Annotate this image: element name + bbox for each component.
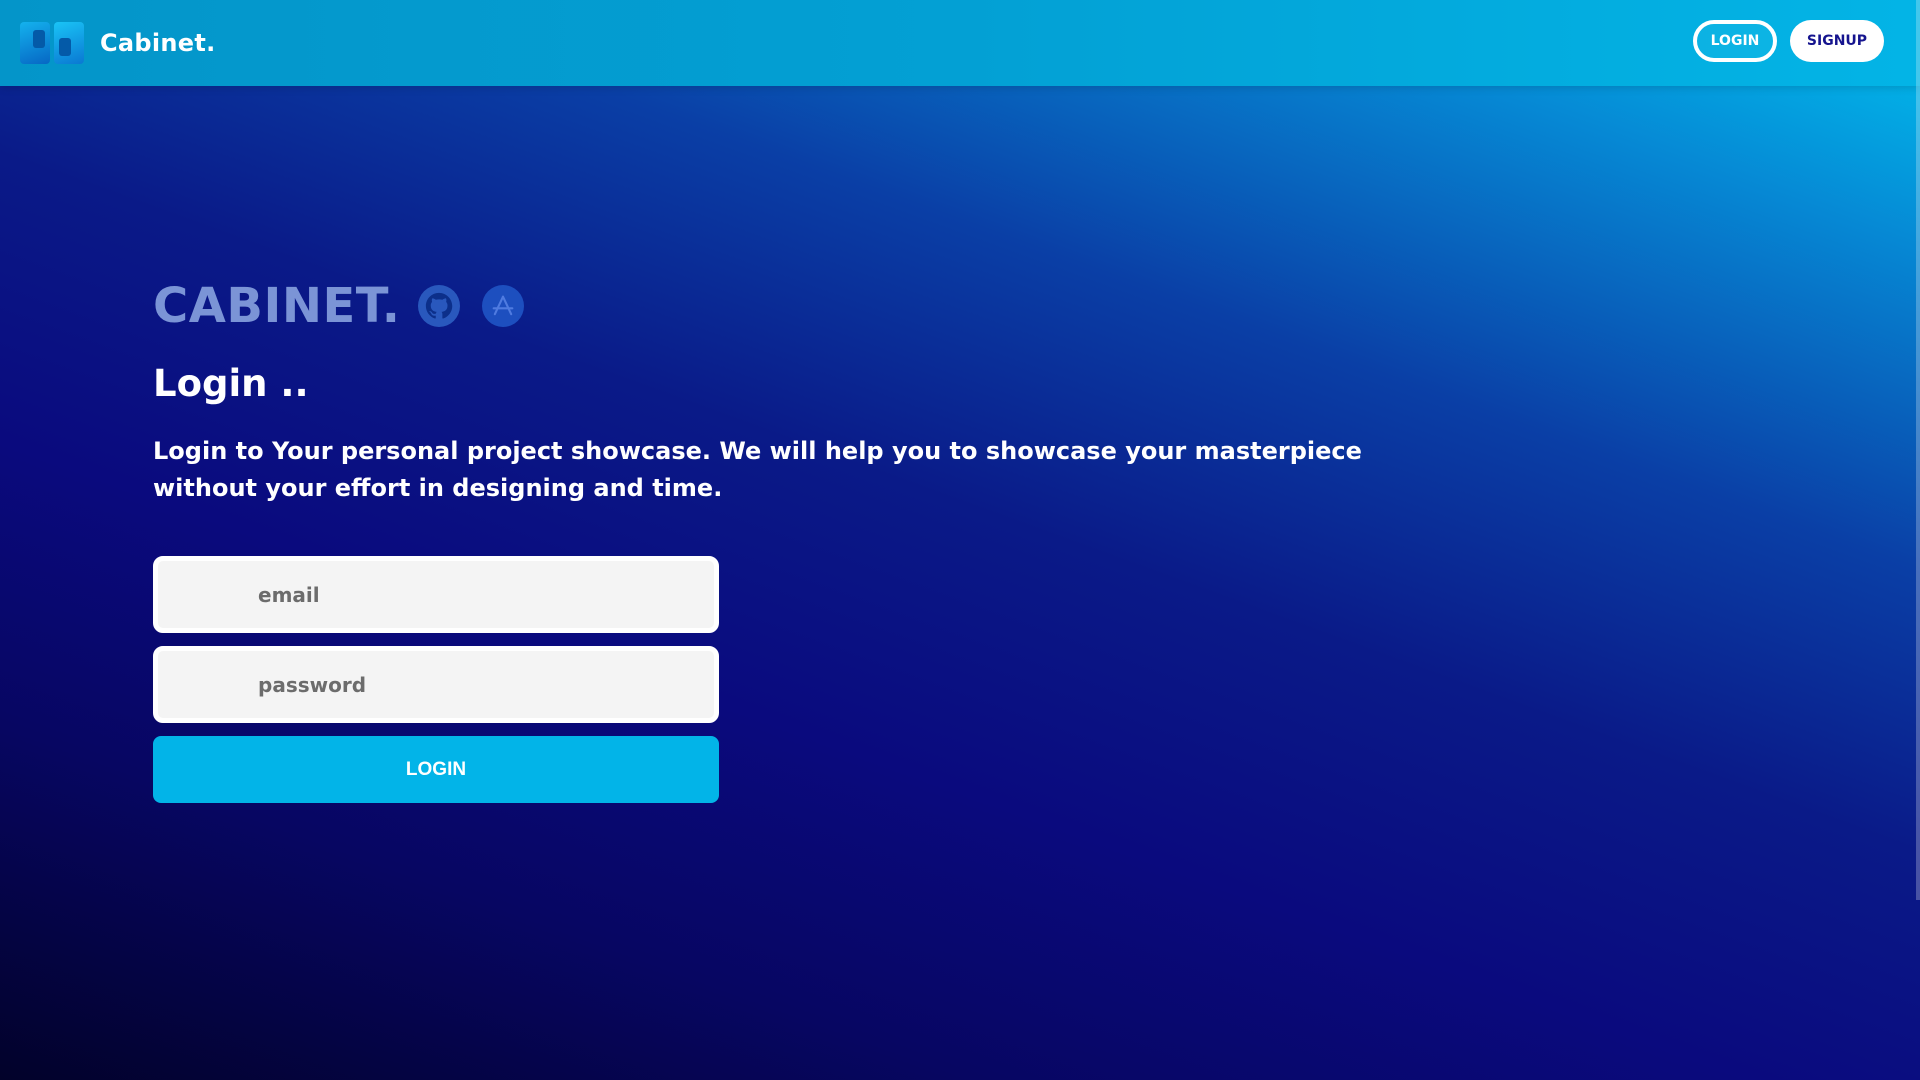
nav-signup-button[interactable]: SIGNUP xyxy=(1790,20,1884,62)
nav-login-button[interactable]: LOGIN xyxy=(1693,20,1777,62)
brand-name: Cabinet. xyxy=(100,29,216,57)
top-navbar: Cabinet. LOGIN SIGNUP xyxy=(0,0,1920,86)
app-store-link[interactable] xyxy=(482,285,525,327)
app-store-icon xyxy=(493,295,514,316)
scrollbar[interactable] xyxy=(1916,0,1920,900)
brand[interactable]: Cabinet. xyxy=(20,22,216,64)
page-title: Login .. xyxy=(153,362,309,405)
login-submit-button[interactable]: LOGIN xyxy=(153,736,719,803)
email-field[interactable] xyxy=(158,561,714,628)
github-icon xyxy=(426,292,453,319)
page-description: Login to Your personal project showcase.… xyxy=(153,437,1362,502)
email-field-container xyxy=(153,556,719,633)
github-link[interactable] xyxy=(418,285,461,327)
password-field-container xyxy=(153,646,719,723)
cabinet-logo-icon xyxy=(20,22,86,64)
password-field[interactable] xyxy=(158,651,714,718)
hero-brand-row: CABINET. xyxy=(153,278,525,334)
hero-brand-title: CABINET. xyxy=(153,278,401,334)
